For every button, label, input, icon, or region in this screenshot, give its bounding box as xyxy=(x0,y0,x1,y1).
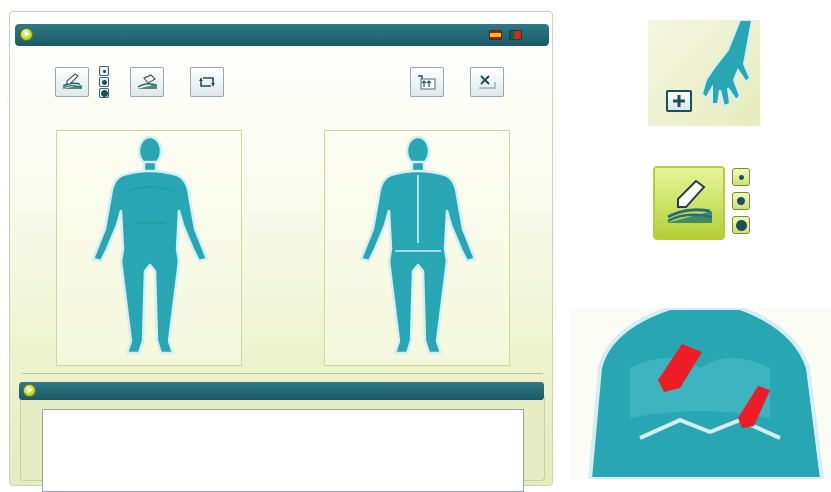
brush-size-selector xyxy=(99,66,109,99)
clear-button[interactable] xyxy=(470,67,504,97)
transfer-button[interactable] xyxy=(410,67,444,97)
draw-pencil-icon xyxy=(62,73,82,89)
erase-button[interactable] xyxy=(130,67,164,97)
chest-marking-illustration xyxy=(587,308,825,479)
add-button[interactable] xyxy=(666,90,692,112)
erase-icon xyxy=(137,74,157,89)
rotate-view-button[interactable] xyxy=(190,67,224,97)
plus-icon xyxy=(673,95,685,107)
clear-icon xyxy=(479,75,496,89)
title-bar xyxy=(15,24,549,46)
callout-tool-zoom xyxy=(653,166,753,240)
callout-chest-zoom xyxy=(570,308,831,479)
hand-add-illustration xyxy=(700,20,754,108)
notes-textarea[interactable] xyxy=(42,409,524,492)
body-front-panel[interactable] xyxy=(56,130,242,366)
rotate-view-icon xyxy=(199,77,215,87)
flag-spain-button[interactable] xyxy=(489,30,502,40)
brush-size-small[interactable] xyxy=(99,66,109,76)
brush-size-large-large[interactable] xyxy=(732,216,750,234)
body-back-panel[interactable] xyxy=(324,130,510,366)
callout-hand-zoom xyxy=(648,20,760,126)
brush-size-large[interactable] xyxy=(99,88,109,98)
brush-size-medium-large[interactable] xyxy=(732,192,750,210)
body-front-figure[interactable] xyxy=(57,131,243,367)
divider xyxy=(22,373,543,374)
brush-size-small-large[interactable] xyxy=(732,168,750,186)
app-window xyxy=(9,11,553,492)
transfer-icon xyxy=(418,75,436,90)
notes-section xyxy=(20,395,545,492)
brush-size-medium[interactable] xyxy=(99,77,109,87)
draw-pencil-button-large[interactable] xyxy=(653,166,725,240)
body-back-figure[interactable] xyxy=(325,131,511,367)
flag-portugal-button[interactable] xyxy=(509,30,522,40)
draw-pencil-icon-large xyxy=(666,179,713,223)
draw-pencil-button[interactable] xyxy=(55,67,89,97)
brush-size-selector-large xyxy=(732,168,750,240)
collapse-arrow-icon[interactable] xyxy=(20,28,33,41)
notes-collapse-arrow-icon[interactable] xyxy=(23,384,36,397)
notes-header-bar xyxy=(19,382,544,400)
